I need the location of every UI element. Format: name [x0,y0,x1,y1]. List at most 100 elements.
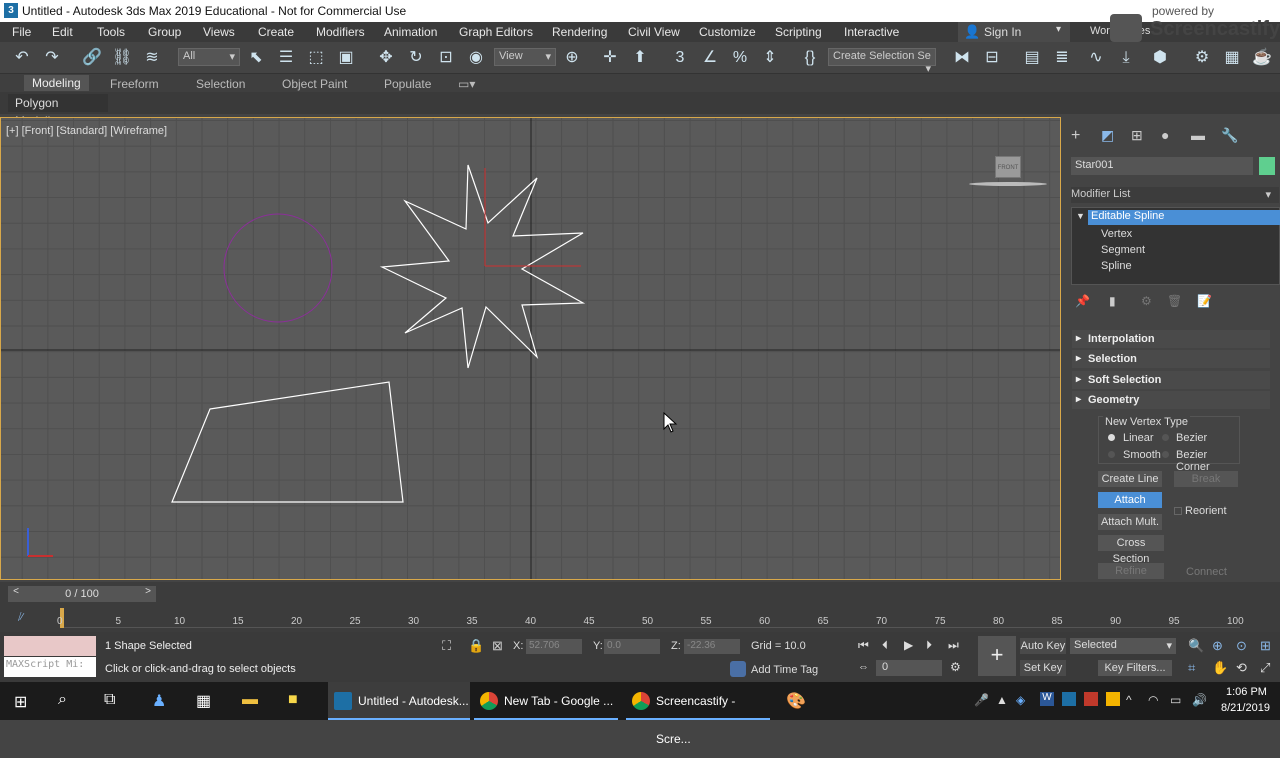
show-end-result-icon[interactable]: ▮ [1109,294,1116,308]
menu-rendering[interactable]: Rendering [552,25,607,39]
network-icon[interactable]: ◈ [1016,693,1025,707]
align-icon[interactable]: ⊟ [982,48,1002,68]
motion-tab-icon[interactable]: ● [1161,127,1169,143]
time-slider[interactable]: 0 / 100 [24,586,140,602]
rollout-interpolation[interactable]: Interpolation [1072,330,1270,348]
placement-icon[interactable]: ◉ [466,48,486,68]
key-mode-icon[interactable]: ⇔ [858,661,869,673]
object-color-swatch[interactable] [1259,157,1275,175]
time-configuration-icon[interactable]: ⚙ [950,660,961,674]
ribbon-options-icon[interactable]: ▭▾ [458,77,475,91]
set-key-big-icon[interactable]: + [978,636,1016,676]
redo-icon[interactable]: ↷ [42,48,62,68]
field-of-view-icon[interactable]: ⌗ [1188,660,1195,676]
viewcube-ring[interactable] [969,182,1047,186]
snaps-toggle-icon[interactable]: 3 [670,48,690,68]
select-object-icon[interactable]: ⬉ [246,48,266,68]
tab-populate[interactable]: Populate [384,77,431,91]
break-button[interactable]: Break [1174,471,1238,487]
unlink-icon[interactable]: ⛓ [112,48,132,68]
pin-stack-icon[interactable]: 📌 [1075,294,1090,308]
battery-icon[interactable]: ▭ [1170,693,1181,707]
rollout-soft-selection[interactable]: Soft Selection [1072,371,1270,389]
viewcube-face[interactable]: FRONT [995,156,1021,178]
hierarchy-tab-icon[interactable]: ⊞ [1131,127,1143,144]
menu-scripting[interactable]: Scripting [775,25,822,39]
go-to-start-icon[interactable]: ⏮ [858,638,869,653]
edit-named-selection-icon[interactable]: {} [800,48,820,68]
stack-item-editable-spline[interactable]: Editable Spline [1088,210,1280,225]
wifi-icon[interactable]: ◠ [1148,693,1158,707]
select-manipulate-icon[interactable]: ✛ [600,48,620,68]
taskbar-chrome-screencastify[interactable]: Screencastify - Scre... [626,682,770,746]
move-icon[interactable]: ✥ [376,48,396,68]
current-frame-field[interactable]: 0 [876,660,942,676]
object-name-field[interactable]: Star001 [1071,157,1253,175]
linear-radio[interactable] [1108,434,1115,441]
tab-selection[interactable]: Selection [196,77,245,91]
tab-object-paint[interactable]: Object Paint [282,77,347,91]
calculator-icon[interactable]: ▦ [196,691,211,711]
keyboard-shortcut-override-icon[interactable]: ⬆ [630,48,650,68]
render-icon[interactable]: ☕ [1252,48,1272,68]
scene-explorer-icon[interactable]: ▤ [1022,48,1042,68]
microphone-icon[interactable]: 🎤 [974,693,989,707]
attach-button[interactable]: Attach [1098,492,1162,508]
utilities-tab-icon[interactable]: 🔧 [1221,127,1238,144]
key-filters-button[interactable]: Key Filters... [1098,660,1172,676]
maxscript-listener[interactable] [4,636,96,656]
create-line-button[interactable]: Create Line [1098,471,1162,487]
pan-icon[interactable]: ✋ [1212,660,1228,676]
menu-edit[interactable]: Edit [52,25,73,39]
mirror-icon[interactable]: ⧓ [952,48,972,68]
next-frame-icon[interactable]: ⏵ [926,638,932,653]
windows-start-icon[interactable]: ⊞ [14,692,27,712]
spinner-snap-icon[interactable]: ⇕ [760,48,780,68]
menu-animation[interactable]: Animation [384,25,437,39]
sign-in-button[interactable]: 👤 Sign In ▾ [958,22,1070,42]
bind-space-warp-icon[interactable]: ≋ [142,48,162,68]
play-icon[interactable]: ▶ [904,638,913,652]
create-tab-icon[interactable]: + [1071,127,1080,145]
modify-tab-icon[interactable]: ◩ [1101,127,1114,144]
time-tag-icon[interactable] [730,661,746,677]
chevron-up-icon[interactable]: ^ [1126,693,1132,707]
attach-mult-button[interactable]: Attach Mult. [1098,514,1162,530]
render-setup-icon[interactable]: ⚙ [1192,48,1212,68]
curve-editor-icon[interactable]: ∿ [1086,48,1106,68]
stack-item-vertex[interactable]: Vertex [1101,228,1132,240]
tab-modeling[interactable]: Modeling [24,75,89,91]
auto-key-button[interactable]: Auto Key [1020,638,1066,654]
file-explorer-icon[interactable]: ▬ [242,691,258,709]
volume-icon[interactable]: 🔊 [1192,693,1207,707]
scale-icon[interactable]: ⊡ [436,48,456,68]
taskbar-chrome-new-tab[interactable]: New Tab - Google ... [474,682,618,720]
rollout-selection[interactable]: Selection [1072,350,1270,368]
stack-item-segment[interactable]: Segment [1101,244,1145,256]
absolute-mode-icon[interactable]: ⊠ [492,638,503,654]
sticky-notes-icon[interactable]: ■ [288,691,298,709]
menu-group[interactable]: Group [148,25,181,39]
tray-app-icon[interactable]: ▲ [996,693,1008,707]
maximize-viewport-icon[interactable]: ⤢ [1260,660,1270,676]
angle-snap-icon[interactable]: ∠ [700,48,720,68]
set-key-button[interactable]: Set Key [1020,660,1066,676]
bezier-radio[interactable] [1162,434,1169,441]
maxscript-mini-listener[interactable]: MAXScript Mi: [4,657,96,677]
pivot-center-icon[interactable]: ⊕ [562,48,582,68]
clock-time[interactable]: 1:06 PM [1226,686,1267,698]
zoom-extents-icon[interactable]: ⊙ [1236,638,1247,654]
zoom-extents-all-icon[interactable]: ⊞ [1260,638,1271,654]
menu-graph-editors[interactable]: Graph Editors [459,25,533,39]
selection-filter-dropdown[interactable]: All ▾ [178,48,240,66]
menu-interactive[interactable]: Interactive [844,25,899,39]
time-prev-icon[interactable]: < [8,586,24,602]
polygon-modeling-panel[interactable]: Polygon Modeling [8,94,108,128]
window-crossing-icon[interactable]: ▣ [336,48,356,68]
display-tab-icon[interactable]: ▬ [1191,127,1205,143]
track-bar-toggle-icon[interactable]: ⧸∕ [18,612,23,623]
remove-modifier-icon[interactable]: 🗑 [1167,294,1182,308]
refine-button[interactable]: Refine [1098,563,1164,579]
add-time-tag[interactable]: Add Time Tag [751,664,818,676]
reference-coordinate-dropdown[interactable]: View ▾ [494,48,556,66]
